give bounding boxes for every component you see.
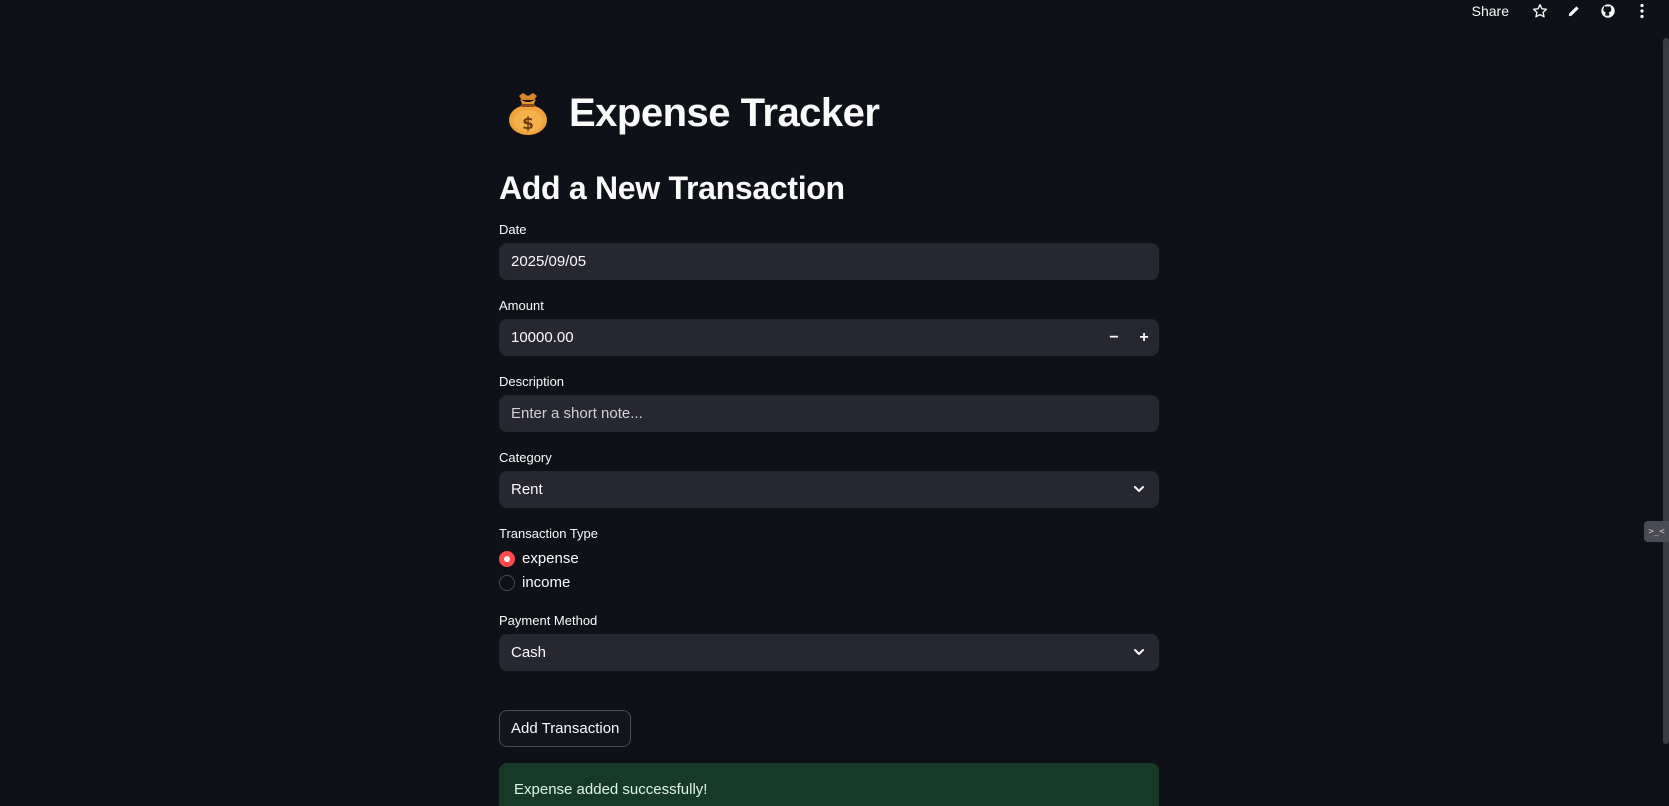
amount-input[interactable]: 10000.00 − +: [499, 319, 1159, 356]
date-input[interactable]: 2025/09/05: [499, 243, 1159, 280]
section-heading: Add a New Transaction: [499, 170, 845, 206]
description-placeholder: Enter a short note...: [511, 405, 643, 422]
increment-button[interactable]: +: [1129, 319, 1159, 356]
radio-selected-icon: [499, 550, 515, 567]
description-label: Description: [499, 374, 565, 389]
star-icon[interactable]: [1523, 0, 1557, 22]
amount-value: 10000.00: [511, 329, 574, 346]
share-button[interactable]: Share: [1472, 3, 1509, 19]
date-label: Date: [499, 222, 527, 237]
success-message: Expense added successfully!: [514, 781, 708, 798]
title-row: $ Expense Tracker: [499, 90, 880, 136]
transaction-type-label: Transaction Type: [499, 526, 598, 541]
scrollbar[interactable]: [1663, 38, 1669, 744]
radio-income-label: income: [522, 574, 571, 591]
money-bag-icon: $: [507, 90, 549, 136]
add-transaction-button[interactable]: Add Transaction: [499, 710, 632, 747]
success-alert: Expense added successfully!: [499, 763, 1159, 806]
radio-income[interactable]: income: [499, 574, 570, 591]
chevron-down-icon: [1134, 486, 1144, 492]
page-title: Expense Tracker: [569, 90, 880, 135]
amount-stepper: − +: [1099, 319, 1159, 356]
kebab-menu-icon[interactable]: [1625, 0, 1659, 22]
date-value: 2025/09/05: [511, 253, 587, 270]
pencil-icon[interactable]: [1557, 0, 1591, 22]
radio-unselected-icon: [499, 574, 515, 591]
category-label: Category: [499, 450, 552, 465]
payment-method-label: Payment Method: [499, 613, 598, 628]
chevron-down-icon: [1134, 649, 1144, 655]
svg-text:$: $: [522, 114, 534, 134]
category-select[interactable]: Rent: [499, 471, 1159, 508]
decrement-button[interactable]: −: [1099, 319, 1129, 356]
amount-label: Amount: [499, 298, 544, 313]
top-toolbar: Share: [1472, 0, 1669, 22]
payment-method-value: Cash: [511, 644, 547, 661]
radio-expense-label: expense: [522, 550, 579, 567]
payment-method-select[interactable]: Cash: [499, 634, 1159, 671]
app-window: Share >_< $ Expense Tracker Add a New Tr…: [0, 0, 1669, 806]
radio-expense[interactable]: expense: [499, 550, 579, 567]
github-icon[interactable]: [1591, 0, 1625, 22]
category-value: Rent: [511, 481, 543, 498]
dev-tools-icon[interactable]: >_<: [1644, 521, 1669, 542]
description-input[interactable]: Enter a short note...: [499, 395, 1159, 432]
